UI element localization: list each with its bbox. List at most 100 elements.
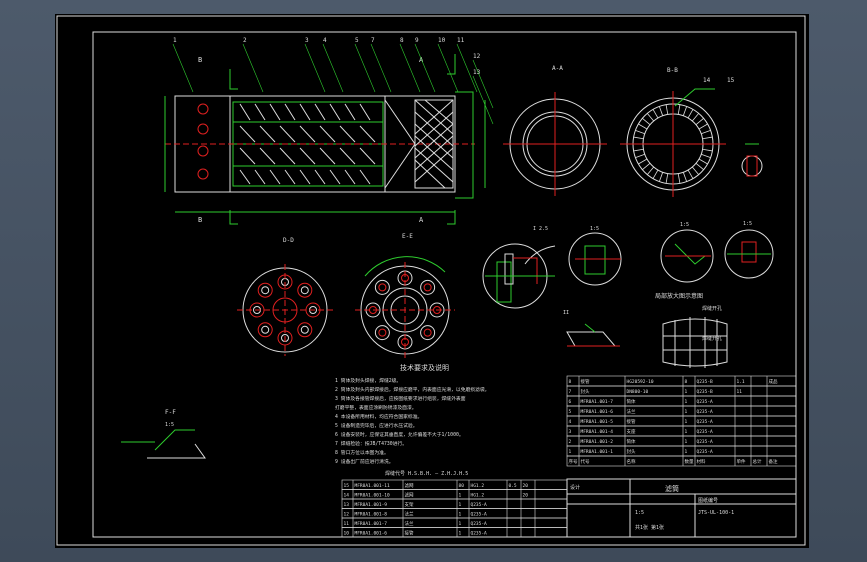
bom-cell: 支架 (405, 501, 414, 508)
bom-cell: 1 (685, 439, 688, 445)
bom-cell: Q235-A (697, 419, 714, 425)
section-f-f-scale: 1:5 (165, 422, 174, 428)
balloon-9: 9 (415, 37, 419, 44)
bom-cell: Q235-A (471, 531, 488, 537)
bom-cell: 1 (685, 429, 688, 435)
svg-text:B: B (198, 56, 202, 64)
bom-cell: 单件 (737, 458, 746, 465)
bom-cell: MFR0A1.001-9 (355, 502, 388, 508)
bom-cell: 1 (685, 419, 688, 425)
bom-cell: Q235-A (697, 439, 714, 445)
bom-cell: DN800-10 (627, 389, 649, 395)
bom-cell: 代号 (581, 458, 590, 465)
note-line: 5 设备制造完毕后，应进行水压试验。 (335, 422, 418, 429)
bom-cell: 滤网 (405, 492, 414, 499)
balloon-7: 7 (371, 37, 375, 44)
bom-cell: 1 (685, 409, 688, 415)
section-f-f-label: F-F (165, 409, 176, 416)
bom-cell: HG20592-10 (627, 379, 654, 385)
bom-cell: 1 (569, 449, 572, 455)
bom-cell: 接管 (627, 418, 636, 425)
bom-cell: MFR0A1.001-8 (355, 512, 388, 518)
bom-cell: 1 (685, 449, 688, 455)
bom-cell: 数量 (685, 458, 694, 465)
bom-cell: Q235-A (697, 399, 714, 405)
section-a-a-label: A-A (552, 65, 563, 72)
caption-weld-2: 焊缝开孔 (702, 335, 722, 342)
bom-cell: MFR0A1.001-5 (581, 419, 614, 425)
bom-cell: 13 (344, 502, 350, 508)
title-company: 图纸编号 (698, 497, 718, 504)
note-line: 8 管口方位以本图为准。 (335, 449, 389, 456)
bom-cell: 法兰 (405, 511, 414, 518)
bom-cell: 8 (569, 379, 572, 385)
bom-cell: MFR0A1.001-6 (581, 409, 614, 415)
note-line: 4 本设备所用材料，均应符合国家标准。 (335, 413, 422, 420)
bom-cell: Q235-A (471, 512, 488, 518)
notes: 技术要求及说明 1 筒体及封头焊接，焊缝2级。 2 筒体及封头内部焊接后，焊接应磨… (335, 363, 489, 477)
caption-mid: 局部放大图示意图 (655, 292, 703, 300)
bom-cell: Q235-A (697, 409, 714, 415)
bom-cell: Q235-A (471, 502, 488, 508)
bom-cell: 备注 (769, 458, 778, 465)
outer-frame (56, 15, 806, 546)
bom-cell: MFR0A1.001-10 (355, 493, 391, 499)
detail-scale-1: 1:5 (590, 226, 599, 232)
bom-cell: HG1.2 (471, 483, 485, 489)
bom-cell: Q235-A (697, 429, 714, 435)
bom-cell: 1 (685, 399, 688, 405)
note-line: 7 焊缝检验：按JB/T4730进行。 (335, 440, 407, 447)
bom-cell: MFR0A1.001-7 (581, 399, 614, 405)
bom-cell: MFR0A1.001-1 (581, 449, 614, 455)
bom-cell: 10 (344, 531, 350, 537)
svg-text:A: A (419, 216, 424, 224)
bom-cell: 法兰 (627, 408, 636, 415)
bom-cell: 1 (459, 521, 462, 527)
note-line: 6 设备安装时，应保证其垂直度，允许偏差不大于1/1000。 (335, 431, 464, 438)
bom-cell: 5 (569, 409, 572, 415)
bom-cell: 接管 (405, 530, 414, 537)
bom-cell: MFR0A1.001-11 (355, 483, 391, 489)
section-a-a: A-A (503, 65, 607, 196)
svg-text:I 2.5: I 2.5 (533, 226, 548, 232)
bom-cell: 7 (569, 389, 572, 395)
bom-cell: 1 (459, 512, 462, 518)
detail-small-right (741, 143, 763, 177)
title-block: 设计 滤筒 图纸编号 JTS-UL-100-1 1:5 共1张 第1张 (566, 478, 797, 538)
balloon-11: 11 (457, 37, 465, 44)
section-d-d-label: D-D (283, 237, 294, 244)
balloon-15: 15 (727, 77, 735, 84)
balloon-10: 10 (438, 37, 446, 44)
balloon-3: 3 (305, 37, 309, 44)
bom-cell: 1 (459, 493, 462, 499)
weld-detail: II (563, 310, 620, 347)
bom-cell: 滤网 (405, 482, 414, 489)
bom-cell: MFR0A1.001-2 (581, 439, 614, 445)
bom-cell: 11 (737, 389, 743, 395)
detail-scale-3: 1:5 (743, 221, 752, 227)
bom-cell: 14 (344, 493, 350, 499)
bom-cell: 成品 (769, 378, 778, 385)
title-design: 设计 (570, 484, 580, 491)
balloon-4: 4 (323, 37, 327, 44)
section-e-e: E-E (355, 233, 455, 358)
bom-cell: 封头 (581, 388, 590, 395)
drawing-sheet: B B A A 1 2 3 4 5 7 8 9 10 11 12 13 14 15 A-A B-B D-D (55, 14, 809, 548)
detail-scale-2: 1:5 (680, 222, 689, 228)
bom-cell: 2 (569, 439, 572, 445)
bom-cell: MFR0A1.001-6 (355, 531, 388, 537)
bom-cell: 筒体 (627, 438, 636, 445)
bom-cell: 名称 (627, 458, 636, 465)
balloon-2: 2 (243, 37, 247, 44)
note-line: 1 筒体及封头焊接，焊缝2级。 (335, 377, 401, 384)
bom-cell: 材料 (697, 458, 706, 465)
title-sheet: 共1张 第1张 (635, 524, 664, 531)
balloon-14: 14 (703, 77, 711, 84)
bom-cell: Q235-A (697, 449, 714, 455)
bom-cell: 20 (523, 493, 529, 499)
balloon-8: 8 (400, 37, 404, 44)
bom-cell: 6 (569, 399, 572, 405)
bom-upper-table: 8 接管 HG20592-10 8 Q235-B 1.1 成品 7 封头 DN800-10 1 Q23… (566, 375, 797, 467)
bom-cell: 15 (344, 483, 350, 489)
mesh-view: 焊缝开孔 焊缝开孔 (662, 305, 728, 368)
